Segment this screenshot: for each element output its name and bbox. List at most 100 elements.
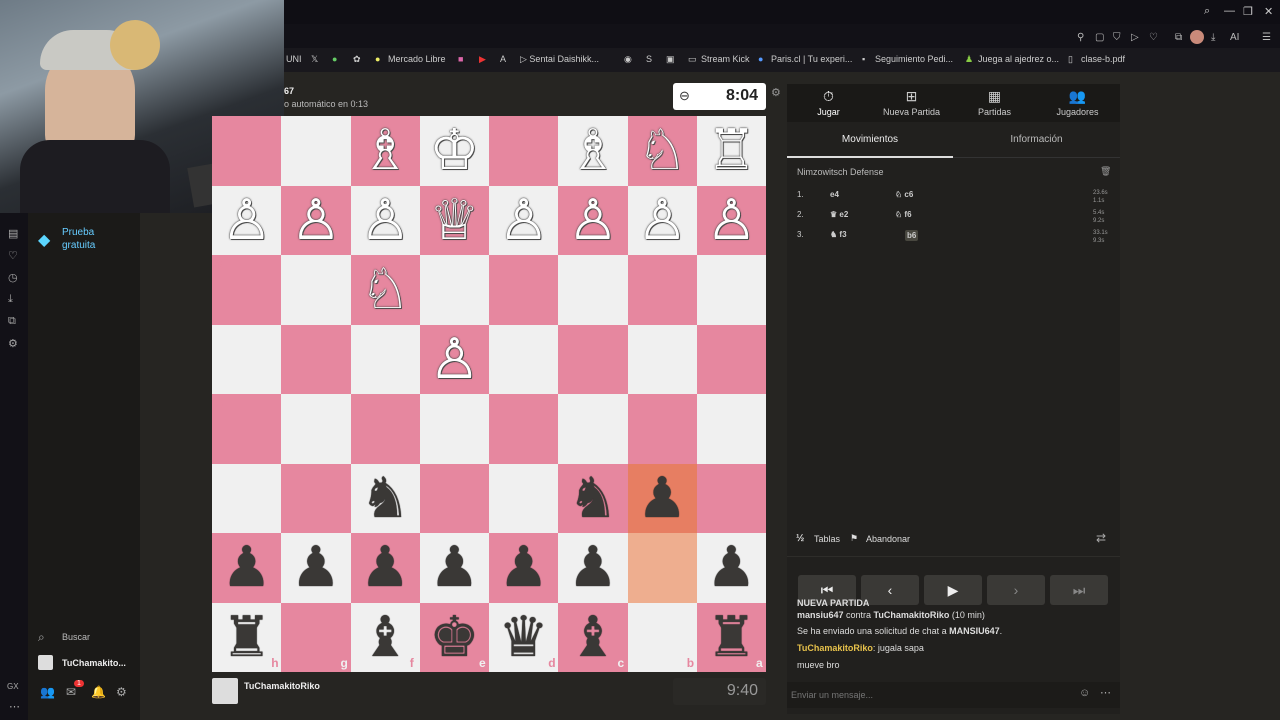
profile-avatar[interactable] xyxy=(1190,30,1204,44)
minimize-icon[interactable]: — xyxy=(1224,5,1235,17)
white-piece[interactable]: ♘ xyxy=(351,255,420,325)
chat-input[interactable] xyxy=(791,686,1071,704)
subtab-informacion[interactable]: Información xyxy=(953,128,1120,158)
white-piece[interactable]: ♙ xyxy=(351,186,420,256)
free-trial-link[interactable]: Prueba gratuita xyxy=(62,226,95,252)
bookmark-icon-s[interactable]: S xyxy=(646,54,652,64)
bell-icon[interactable]: 🔔 xyxy=(91,685,106,699)
bookmark-icon-circle[interactable]: ◉ xyxy=(624,54,632,65)
restore-icon[interactable]: ❐ xyxy=(1243,5,1253,18)
tab-nueva-partida[interactable]: ⊞ Nueva Partida xyxy=(870,88,953,117)
downloads-icon[interactable]: ⤓ xyxy=(8,293,13,306)
white-piece[interactable]: ♖ xyxy=(697,116,766,186)
download-icon[interactable]: ⤓ xyxy=(1211,32,1215,43)
settings-sidebar-icon[interactable]: ⚙ xyxy=(8,337,18,350)
board-square[interactable] xyxy=(627,394,697,464)
extensions-icon[interactable]: ⧉ xyxy=(1175,32,1182,43)
bookmark-stream-kick[interactable]: Stream Kick xyxy=(701,54,750,64)
board-square[interactable] xyxy=(212,116,282,186)
next-move-button[interactable]: › xyxy=(987,575,1045,605)
black-piece[interactable]: ♟ xyxy=(281,533,350,603)
draw-button[interactable]: Tablas xyxy=(814,534,840,544)
white-piece[interactable]: ♙ xyxy=(628,186,697,256)
move-white[interactable]: e4 xyxy=(830,190,839,199)
white-piece[interactable]: ♙ xyxy=(489,186,558,256)
board-square[interactable] xyxy=(419,255,489,325)
gx-label[interactable]: GX xyxy=(7,682,19,691)
heart-icon[interactable]: ♡ xyxy=(1149,32,1158,43)
white-piece[interactable]: ♔ xyxy=(420,116,489,186)
white-piece[interactable]: ♘ xyxy=(628,116,697,186)
white-piece[interactable]: ♕ xyxy=(420,186,489,256)
board-square[interactable] xyxy=(558,255,628,325)
opponent-name[interactable]: 67 xyxy=(284,86,294,96)
bookmark-uni[interactable]: UNI xyxy=(286,54,302,64)
more-icon[interactable]: ⋯ xyxy=(9,700,20,713)
workspace-icon[interactable]: ▤ xyxy=(8,227,18,240)
black-piece[interactable]: ♞ xyxy=(351,464,420,534)
white-piece[interactable]: ♙ xyxy=(697,186,766,256)
board-square[interactable] xyxy=(558,324,628,394)
board-square[interactable] xyxy=(489,394,559,464)
player-avatar[interactable] xyxy=(212,678,238,704)
white-piece[interactable]: ♙ xyxy=(558,186,627,256)
black-piece[interactable]: ♟ xyxy=(558,533,627,603)
bookmark-juega-ajedrez[interactable]: Juega al ajedrez o... xyxy=(978,54,1059,64)
heart-sidebar-icon[interactable]: ♡ xyxy=(8,249,18,262)
board-square[interactable] xyxy=(627,324,697,394)
bookmark-icon-green[interactable]: ● xyxy=(332,54,337,64)
white-piece[interactable]: ♙ xyxy=(420,325,489,395)
resign-button[interactable]: Abandonar xyxy=(866,534,910,544)
white-move-1[interactable]: ♛ e2 xyxy=(830,210,848,219)
black-piece[interactable]: ♞ xyxy=(558,464,627,534)
menu-icon[interactable]: ☰ xyxy=(1262,32,1271,43)
extensions-sidebar-icon[interactable]: ⧉ xyxy=(8,315,16,328)
chat-sender[interactable]: TuChamakitoRiko xyxy=(797,643,873,653)
board-square[interactable] xyxy=(696,463,766,533)
black-move-0[interactable]: ♘ c6 xyxy=(895,190,913,199)
white-piece[interactable]: ♗ xyxy=(558,116,627,186)
more-options-icon[interactable]: ⋯ xyxy=(1100,686,1111,699)
emoji-icon[interactable]: ☺ xyxy=(1079,687,1090,699)
user-avatar[interactable] xyxy=(38,655,53,670)
friends-icon[interactable]: 👥 xyxy=(40,685,55,699)
search-icon[interactable]: ⌕ xyxy=(1204,5,1210,18)
snapshot-icon[interactable]: ▢ xyxy=(1095,32,1104,43)
shield-icon[interactable]: ⛉ xyxy=(1113,32,1121,43)
history-icon[interactable]: ◷ xyxy=(8,271,18,284)
board-square[interactable] xyxy=(696,255,766,325)
board-square[interactable] xyxy=(627,255,697,325)
bookmark-x[interactable]: 𝕏 xyxy=(311,54,318,65)
prev-move-button[interactable]: ‹ xyxy=(861,575,919,605)
bookmark-paris[interactable]: Paris.cl | Tu experi... xyxy=(771,54,852,64)
black-piece[interactable]: ♟ xyxy=(697,533,766,603)
close-icon[interactable]: ✕ xyxy=(1264,5,1273,18)
player-name[interactable]: TuChamakitoRiko xyxy=(244,681,320,691)
move-black-current[interactable]: b6 xyxy=(905,230,919,241)
board-square[interactable] xyxy=(489,255,559,325)
board-square[interactable] xyxy=(489,463,559,533)
tab-jugadores[interactable]: 👥 Jugadores xyxy=(1036,88,1119,117)
board-square[interactable] xyxy=(489,116,559,186)
black-piece[interactable]: ♟ xyxy=(351,533,420,603)
board-square[interactable] xyxy=(489,324,559,394)
black-piece[interactable]: ♟ xyxy=(420,533,489,603)
bookmark-sentai[interactable]: ▷ Sentai Daishikk... xyxy=(520,54,599,65)
board-square[interactable] xyxy=(627,533,697,603)
board-square[interactable] xyxy=(350,324,420,394)
board-square[interactable] xyxy=(281,255,351,325)
last-move-button[interactable]: ⏭ xyxy=(1050,575,1108,605)
bookmark-seguimiento[interactable]: Seguimiento Pedi... xyxy=(875,54,953,64)
settings-icon[interactable]: ⚙ xyxy=(116,685,127,699)
board-square[interactable] xyxy=(281,324,351,394)
black-move-1[interactable]: ♘ f6 xyxy=(895,210,912,219)
nav-username[interactable]: TuChamakito... xyxy=(62,658,126,668)
ai-label[interactable]: AI xyxy=(1230,32,1239,43)
tab-jugar[interactable]: ⏱ Jugar xyxy=(787,88,870,117)
bookmark-icon-img[interactable]: ▣ xyxy=(666,54,675,65)
chat-player2[interactable]: TuChamakitoRiko xyxy=(874,610,950,620)
board-square[interactable] xyxy=(281,463,351,533)
board-square[interactable] xyxy=(281,116,351,186)
tab-partidas[interactable]: ▦ Partidas xyxy=(953,88,1036,117)
subtab-movimientos[interactable]: Movimientos xyxy=(787,128,953,158)
